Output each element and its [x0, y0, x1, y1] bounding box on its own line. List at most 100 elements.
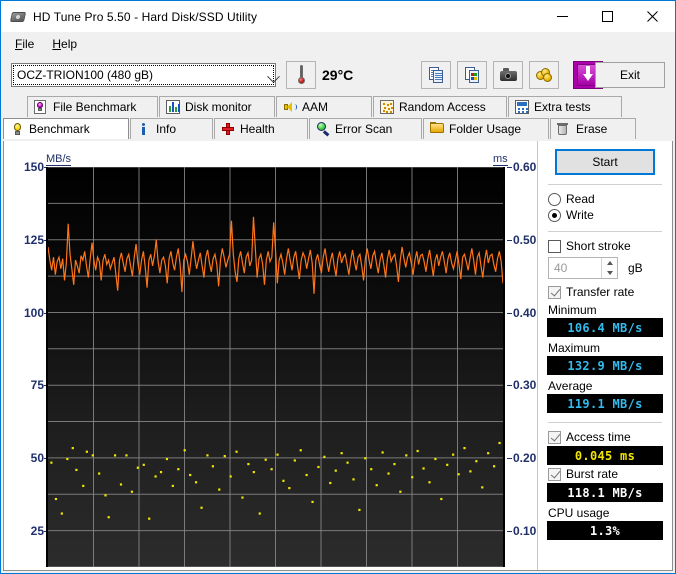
checkbox-short-stroke[interactable]: Short stroke — [548, 239, 664, 253]
magenta-bulb-page-icon — [34, 100, 48, 114]
tab-disk-monitor-label: Disk monitor — [185, 100, 252, 114]
tab-info[interactable]: Info — [130, 118, 213, 139]
checkbox-transfer-rate-label: Transfer rate — [566, 285, 635, 299]
result-minimum-label: Minimum — [548, 303, 597, 317]
divider — [548, 231, 662, 232]
tab-benchmark-label: Benchmark — [29, 122, 90, 136]
result-maximum-label: Maximum — [548, 341, 601, 355]
menu-item-file[interactable]: FFileile — [6, 34, 43, 54]
folder-icon — [430, 122, 444, 136]
red-cross-icon — [221, 122, 235, 136]
tab-row-1: File Benchmark Disk monitor AAM Random A… — [3, 96, 675, 117]
thermometer-icon — [297, 65, 305, 84]
tab-random-access-label: Random Access — [399, 100, 486, 114]
checkbox-burst-rate-label: Burst rate — [566, 467, 619, 481]
temperature-indicator — [286, 60, 316, 89]
screenshot-button[interactable] — [493, 60, 524, 89]
result-minimum-value: 106.4 MB/s — [547, 318, 663, 337]
yellow-bulb-icon — [10, 122, 24, 136]
quantity-stepper[interactable] — [601, 258, 617, 278]
divider — [548, 422, 662, 423]
y-axis-left-tick: 150 — [8, 160, 49, 174]
result-average-label: Average — [548, 379, 593, 393]
drive-select-combobox[interactable]: OCZ-TRION100 (480 gB) — [11, 62, 280, 87]
checkbox-access-time[interactable]: Access time — [548, 430, 664, 444]
result-maximum-value: 132.9 MB/s — [547, 356, 663, 375]
coins-icon — [535, 67, 553, 82]
tab-extra-tests[interactable]: Extra tests — [508, 96, 622, 117]
divider — [548, 184, 662, 185]
menu-item-help[interactable]: HHelpelp — [43, 34, 86, 54]
close-button[interactable] — [630, 1, 675, 32]
toolbar: OCZ-TRION100 (480 gB) 29°C Exit — [1, 55, 675, 94]
radio-write-indicator — [548, 208, 561, 222]
tab-bar: File Benchmark Disk monitor AAM Random A… — [1, 94, 675, 139]
camera-icon — [499, 68, 517, 81]
info-icon — [137, 122, 151, 136]
tab-benchmark[interactable]: Benchmark — [3, 118, 129, 139]
tab-info-label: Info — [156, 122, 177, 136]
y-axis-left-tick: 100 — [8, 306, 49, 320]
copy-document-icon — [428, 66, 444, 83]
checkbox-short-stroke-indicator — [548, 239, 561, 253]
tab-extra-tests-label: Extra tests — [534, 100, 591, 114]
tab-file-benchmark[interactable]: File Benchmark — [27, 96, 158, 117]
tab-folder-usage-label: Folder Usage — [449, 122, 522, 136]
tab-file-benchmark-label: File Benchmark — [53, 100, 137, 114]
drive-select-value: OCZ-TRION100 (480 gB) — [17, 67, 154, 82]
bar-chart-icon — [166, 100, 180, 114]
checkbox-transfer-rate[interactable]: Transfer rate — [548, 285, 664, 299]
plot-area — [46, 167, 505, 567]
plot-svg — [48, 167, 503, 567]
copy-text-button[interactable] — [421, 60, 452, 89]
y-axis-right-unit: ms — [493, 153, 508, 166]
checkbox-access-time-label: Access time — [566, 430, 631, 444]
window-title: HD Tune Pro 5.50 - Hard Disk/SSD Utility — [33, 9, 258, 24]
tab-random-access[interactable]: Random Access — [373, 96, 507, 117]
maximize-button[interactable] — [585, 1, 630, 32]
tab-health[interactable]: Health — [214, 118, 308, 139]
y-axis-left-tick: 25 — [8, 524, 49, 538]
tab-erase-label: Erase — [576, 122, 608, 136]
y-axis-left-tick: 50 — [8, 451, 49, 465]
radio-write-label: Write — [566, 208, 594, 222]
short-stroke-input[interactable]: 40 — [548, 257, 618, 279]
radio-read-indicator — [548, 192, 561, 206]
trash-icon — [557, 122, 571, 136]
exit-button[interactable]: Exit — [595, 62, 665, 88]
magnifier-icon — [316, 122, 330, 137]
title-bar: HD Tune Pro 5.50 - Hard Disk/SSD Utility — [1, 1, 675, 32]
tab-aam-label: AAM — [302, 100, 329, 114]
y-axis-left-tick: 75 — [8, 378, 49, 392]
tab-erase[interactable]: Erase — [550, 118, 636, 139]
radio-write[interactable]: Write — [548, 208, 664, 222]
short-stroke-unit: gB — [628, 261, 643, 275]
stepper-up[interactable] — [602, 258, 617, 268]
tab-aam[interactable]: AAM — [276, 96, 372, 117]
tab-error-scan[interactable]: Error Scan — [309, 118, 422, 139]
checkbox-short-stroke-label: Short stroke — [566, 239, 631, 253]
tab-folder-usage[interactable]: Folder Usage — [423, 118, 549, 139]
checkbox-access-time-indicator — [548, 430, 561, 444]
start-button[interactable]: Start — [555, 149, 655, 175]
checkbox-transfer-rate-indicator — [548, 285, 561, 299]
stepper-down[interactable] — [602, 268, 617, 278]
tab-disk-monitor[interactable]: Disk monitor — [159, 96, 275, 117]
calculator-icon — [515, 100, 529, 114]
copy-image-button[interactable] — [457, 60, 488, 89]
radio-read[interactable]: Read — [548, 192, 664, 206]
checkbox-burst-rate[interactable]: Burst rate — [548, 467, 664, 481]
short-stroke-size-row: 40 gB — [548, 257, 664, 279]
coins-button[interactable] — [529, 60, 560, 89]
benchmark-options-panel: Start Read Write Short stroke 40 gB Tran… — [537, 141, 672, 570]
result-access-time-value: 0.045 ms — [547, 446, 663, 465]
result-cpu-usage-value: 1.3% — [547, 521, 663, 540]
hd-tune-pro-window: HD Tune Pro 5.50 - Hard Disk/SSD Utility… — [0, 0, 676, 574]
benchmark-content: MB/s ms 150 125 100 75 50 25 0.60 0.50 0.40 0.30… — [3, 141, 673, 571]
benchmark-chart: MB/s ms 150 125 100 75 50 25 0.60 0.50 0.40 0.30… — [4, 141, 537, 570]
tab-health-label: Health — [240, 122, 275, 136]
checkbox-burst-rate-indicator — [548, 467, 561, 481]
minimize-button[interactable] — [540, 1, 585, 32]
result-cpu-usage-label: CPU usage — [548, 506, 610, 520]
window-controls — [540, 1, 675, 32]
